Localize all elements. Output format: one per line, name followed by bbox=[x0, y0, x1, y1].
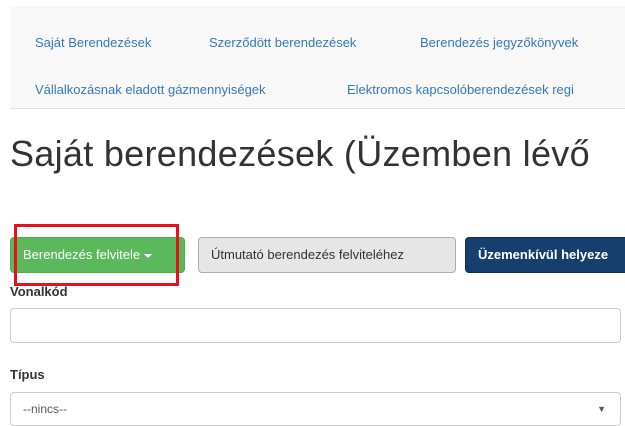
out-of-service-label: Üzemenkívül helyeze bbox=[478, 247, 609, 262]
highlight-box bbox=[14, 224, 179, 286]
equipment-guide-button[interactable]: Útmutató berendezés felviteléhez bbox=[198, 237, 456, 273]
type-select-value: --nincs-- bbox=[23, 402, 67, 416]
nav-link-szerzodott-berendezesek[interactable]: Szerződött berendezések bbox=[209, 35, 356, 50]
dropdown-arrow-icon: ▼ bbox=[597, 404, 606, 414]
barcode-label: Vonalkód bbox=[10, 284, 68, 299]
barcode-input[interactable] bbox=[10, 308, 621, 343]
type-label: Típus bbox=[10, 367, 45, 382]
out-of-service-button[interactable]: Üzemenkívül helyeze bbox=[465, 237, 625, 273]
nav-link-berendezes-jegyzokonyvek[interactable]: Berendezés jegyzőkönyvek bbox=[420, 35, 578, 50]
top-navigation: Saját Berendezések Szerződött berendezés… bbox=[10, 6, 625, 109]
nav-link-eladott-gazmennyisegek[interactable]: Vállalkozásnak eladott gázmennyiségek bbox=[35, 82, 266, 97]
nav-link-elektromos-kapcsoloberendezesek[interactable]: Elektromos kapcsolóberendezések regi bbox=[347, 82, 574, 97]
equipment-guide-label: Útmutató berendezés felviteléhez bbox=[211, 247, 404, 262]
type-select[interactable]: --nincs-- ▼ bbox=[10, 392, 621, 426]
nav-link-sajat-berendezesek[interactable]: Saját Berendezések bbox=[35, 35, 151, 50]
page-title: Saját berendezések (Üzemben lévő bbox=[10, 133, 590, 174]
